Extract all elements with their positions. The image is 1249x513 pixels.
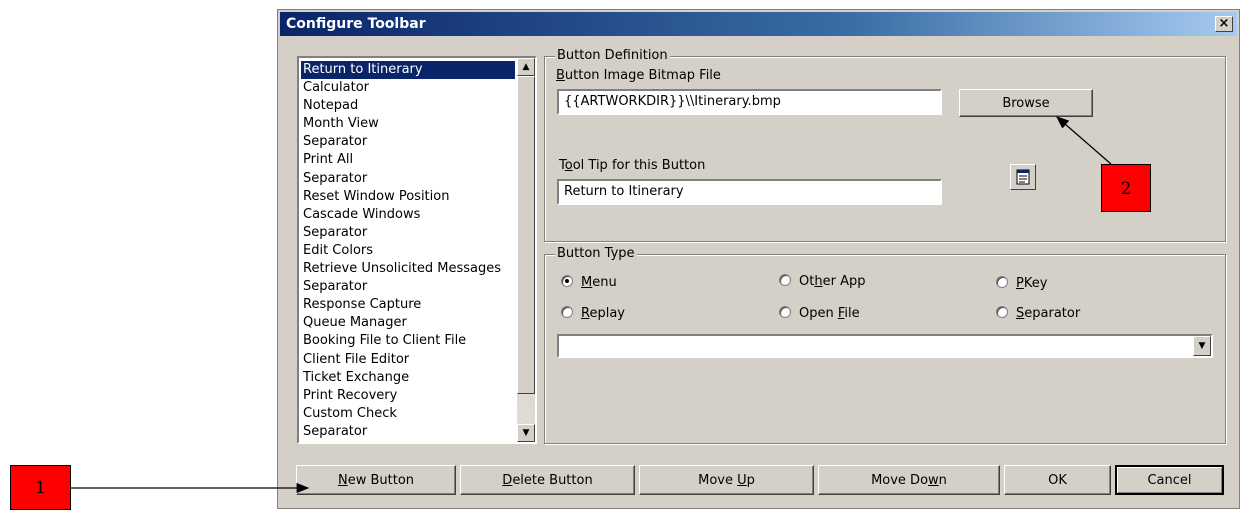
move-down-button[interactable]: Move Down	[818, 465, 1000, 495]
button-definition-legend: Button Definition	[555, 48, 670, 64]
callout-2-label: 2	[1120, 179, 1132, 199]
list-item[interactable]: Queue Manager	[301, 314, 515, 332]
scroll-up-button[interactable]: ▲	[517, 58, 535, 76]
title-bar: Configure Toolbar ×	[280, 12, 1237, 36]
list-scrollbar[interactable]: ▲ ▼	[517, 58, 535, 442]
list-item[interactable]: Notepad	[301, 97, 515, 115]
list-item[interactable]: Client File Editor	[301, 351, 515, 369]
image-file-input[interactable]: {{ARTWORKDIR}}\\Itinerary.bmp	[557, 89, 942, 115]
toolbar-items-list[interactable]: Return to Itinerary Calculator Notepad Mont…	[297, 56, 537, 444]
list-item[interactable]: Separator	[301, 133, 515, 151]
button-type-combo[interactable]: ▼	[557, 334, 1213, 358]
tooltip-input[interactable]: Return to Itinerary	[557, 179, 942, 205]
ok-label: OK	[1048, 472, 1067, 488]
radio-separator-dot	[996, 306, 1008, 318]
ok-button[interactable]: OK	[1004, 465, 1111, 495]
window-title: Configure Toolbar	[286, 16, 426, 32]
callout-2: 2	[1101, 164, 1151, 212]
list-items: Return to Itinerary Calculator Notepad Mont…	[300, 59, 516, 441]
browse-button[interactable]: Browse	[959, 89, 1093, 117]
radio-open-file-dot	[779, 306, 791, 318]
list-item[interactable]: Print All	[301, 151, 515, 169]
radio-open-file[interactable]: Open File	[779, 306, 860, 321]
combo-dropdown-button[interactable]: ▼	[1193, 336, 1211, 356]
list-item[interactable]: Print Recovery	[301, 387, 515, 405]
new-button[interactable]: New Button	[296, 465, 456, 495]
radio-replay-dot	[561, 306, 573, 318]
chevron-down-icon: ▼	[1198, 341, 1206, 351]
configure-toolbar-dialog: Configure Toolbar × Return to Itinerary C…	[277, 9, 1240, 509]
callout-1: 1	[10, 465, 71, 510]
list-item[interactable]: Booking File to Client File	[301, 332, 515, 350]
callout-1-label: 1	[35, 478, 46, 498]
list-item[interactable]: Separator	[301, 224, 515, 242]
radio-replay[interactable]: Replay	[561, 306, 625, 321]
radio-pkey-dot	[996, 276, 1008, 288]
list-item[interactable]: Separator	[301, 278, 515, 296]
radio-menu[interactable]: Menu	[561, 275, 617, 290]
tooltip-value: Return to Itinerary	[564, 184, 684, 199]
button-icon-preview[interactable]	[1010, 164, 1036, 190]
cancel-label: Cancel	[1147, 472, 1192, 488]
close-button[interactable]: ×	[1215, 16, 1233, 32]
list-item[interactable]: Calculator	[301, 79, 515, 97]
radio-other-app[interactable]: Other App	[779, 274, 865, 289]
radio-other-app-dot	[779, 274, 791, 286]
image-file-label: Button Image Bitmap File	[556, 68, 721, 83]
arrow-down-icon: ▼	[522, 428, 530, 438]
close-icon: ×	[1218, 16, 1230, 31]
browse-label: Browse	[1002, 95, 1050, 111]
list-item[interactable]: Response Capture	[301, 296, 515, 314]
list-item[interactable]: Month View	[301, 115, 515, 133]
list-item[interactable]: Reset Window Position	[301, 188, 515, 206]
tooltip-label: Tool Tip for this Button	[559, 158, 706, 173]
list-item[interactable]: Edit Colors	[301, 242, 515, 260]
scroll-down-button[interactable]: ▼	[517, 424, 535, 442]
radio-separator[interactable]: Separator	[996, 306, 1080, 321]
arrow-up-icon: ▲	[522, 62, 530, 72]
list-item[interactable]: Retrieve Unsolicited Messages	[301, 260, 515, 278]
cancel-button[interactable]: Cancel	[1115, 465, 1224, 495]
itinerary-icon	[1016, 169, 1030, 185]
list-item[interactable]: Cascade Windows	[301, 206, 515, 224]
list-item[interactable]: Custom Check	[301, 405, 515, 423]
button-type-legend: Button Type	[555, 246, 637, 262]
radio-menu-dot	[561, 275, 573, 287]
list-item[interactable]: Separator	[301, 423, 515, 441]
scroll-thumb[interactable]	[517, 76, 535, 394]
list-item[interactable]: Return to Itinerary	[300, 59, 516, 81]
image-file-value: {{ARTWORKDIR}}\\Itinerary.bmp	[564, 94, 781, 109]
button-definition-group: Button Definition	[544, 48, 1226, 242]
delete-button[interactable]: Delete Button	[460, 465, 635, 495]
list-item[interactable]: Separator	[301, 170, 515, 188]
radio-pkey[interactable]: PKey	[996, 276, 1047, 291]
move-up-button[interactable]: Move Up	[639, 465, 814, 495]
list-item[interactable]: Ticket Exchange	[301, 369, 515, 387]
